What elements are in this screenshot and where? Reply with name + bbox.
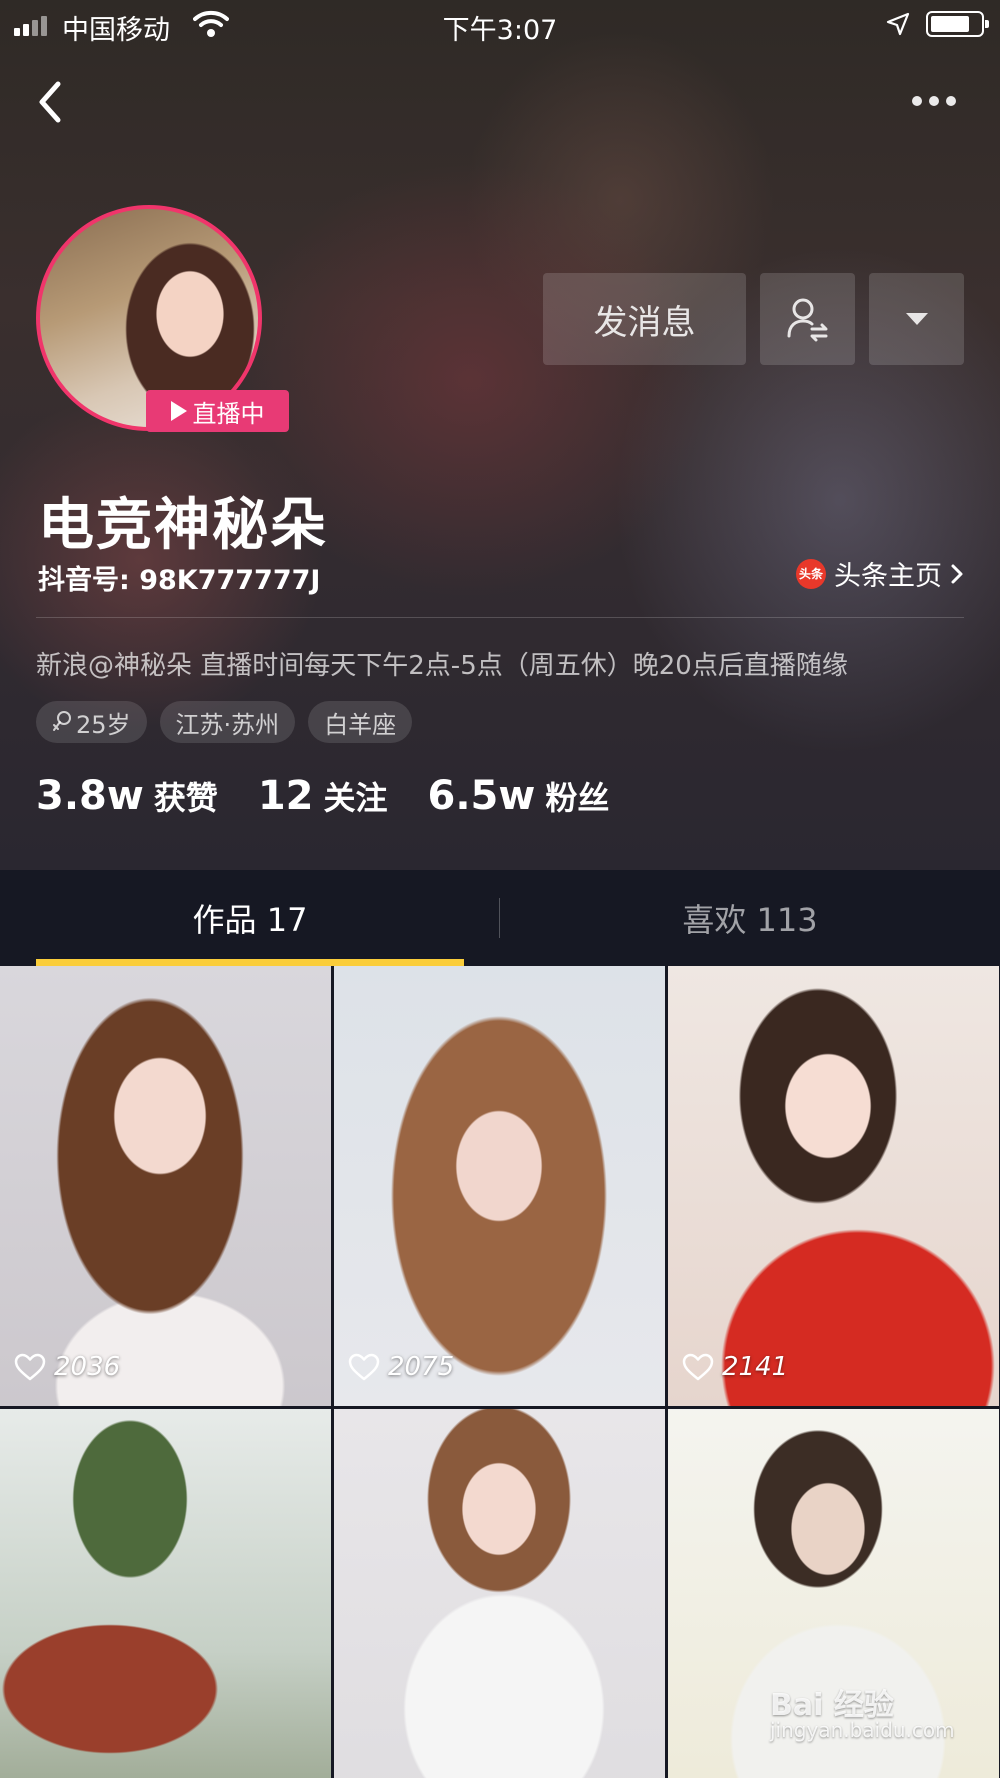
likes-count: 3.8w — [36, 773, 144, 819]
following-label: 关注 — [323, 779, 388, 817]
profile-stats: 3.8w 获赞 12 关注 6.5w 粉丝 — [36, 773, 609, 819]
age-label: 25岁 — [76, 710, 131, 739]
toutiao-homepage-link[interactable]: 头条 头条主页 — [796, 554, 964, 593]
play-icon — [170, 401, 187, 421]
clock: 下午3:07 — [442, 15, 558, 46]
like-count: 2075 — [348, 1352, 454, 1382]
toutiao-icon: 头条 — [796, 558, 826, 589]
battery-icon — [926, 11, 989, 37]
status-bar: 中国移动 下午3:07 — [0, 0, 1000, 50]
like-count: 2141 — [682, 1352, 788, 1382]
back-icon[interactable] — [30, 76, 70, 128]
tab-separator — [499, 898, 500, 938]
live-badge[interactable]: 直播中 — [146, 390, 289, 432]
heart-icon — [348, 1353, 380, 1381]
heart-icon — [14, 1353, 46, 1381]
video-thumbnail[interactable] — [0, 1409, 331, 1778]
video-thumbnail[interactable] — [334, 1409, 665, 1778]
following-stat[interactable]: 12 关注 — [258, 773, 388, 819]
douyin-id: 抖音号: 98K777777J — [38, 565, 321, 596]
more-options-icon[interactable] — [912, 88, 968, 114]
divider — [36, 617, 964, 618]
location-arrow-icon — [886, 12, 910, 36]
profile-tags: 25岁 江苏·苏州 白羊座 — [36, 701, 413, 743]
content-tab-bar: 作品 17 喜欢 113 — [0, 870, 1000, 966]
fans-label: 粉丝 — [545, 779, 610, 817]
profile-screen: 中国移动 下午3:07 直播中 发消息 电竞神秘朵 抖音号: 98K777777… — [0, 0, 1000, 1778]
active-tab-indicator — [36, 959, 464, 966]
like-count: 2036 — [14, 1352, 120, 1382]
fans-stat[interactable]: 6.5w 粉丝 — [428, 773, 610, 819]
chevron-right-icon — [951, 564, 963, 583]
heart-icon — [682, 1353, 714, 1381]
like-count-value: 2036 — [54, 1352, 121, 1382]
toutiao-link-label: 头条主页 — [834, 561, 942, 592]
likes-label: 获赞 — [153, 779, 218, 817]
following-count: 12 — [257, 773, 314, 819]
likes-stat: 3.8w 获赞 — [36, 773, 218, 819]
send-message-button[interactable]: 发消息 — [543, 273, 746, 365]
female-icon — [53, 711, 71, 731]
tab-likes[interactable]: 喜欢 113 — [536, 870, 964, 966]
baidu-watermark-url: jingyan.baidu.com — [770, 1718, 955, 1742]
video-thumbnail[interactable]: 2141 — [668, 966, 999, 1406]
like-count-value: 2141 — [722, 1352, 789, 1382]
video-thumbnail[interactable]: 2036 — [0, 966, 331, 1406]
zodiac-tag: 白羊座 — [308, 701, 413, 743]
video-thumbnail[interactable]: 2075 — [334, 966, 665, 1406]
triangle-down-icon — [905, 313, 928, 325]
follow-user-button[interactable] — [760, 273, 855, 365]
location-tag: 江苏·苏州 — [159, 701, 296, 743]
user-follow-icon — [787, 298, 827, 342]
nickname: 电竞神秘朵 — [38, 493, 328, 558]
age-tag: 25岁 — [36, 701, 147, 743]
like-count-value: 2075 — [388, 1352, 455, 1382]
live-badge-label: 直播中 — [192, 399, 265, 428]
recommend-dropdown-button[interactable] — [869, 273, 964, 365]
bio: 新浪@神秘朵 直播时间每天下午2点-5点（周五休）晚20点后直播随缘 — [36, 651, 848, 681]
fans-count: 6.5w — [427, 773, 536, 819]
tab-works[interactable]: 作品 17 — [36, 870, 464, 966]
